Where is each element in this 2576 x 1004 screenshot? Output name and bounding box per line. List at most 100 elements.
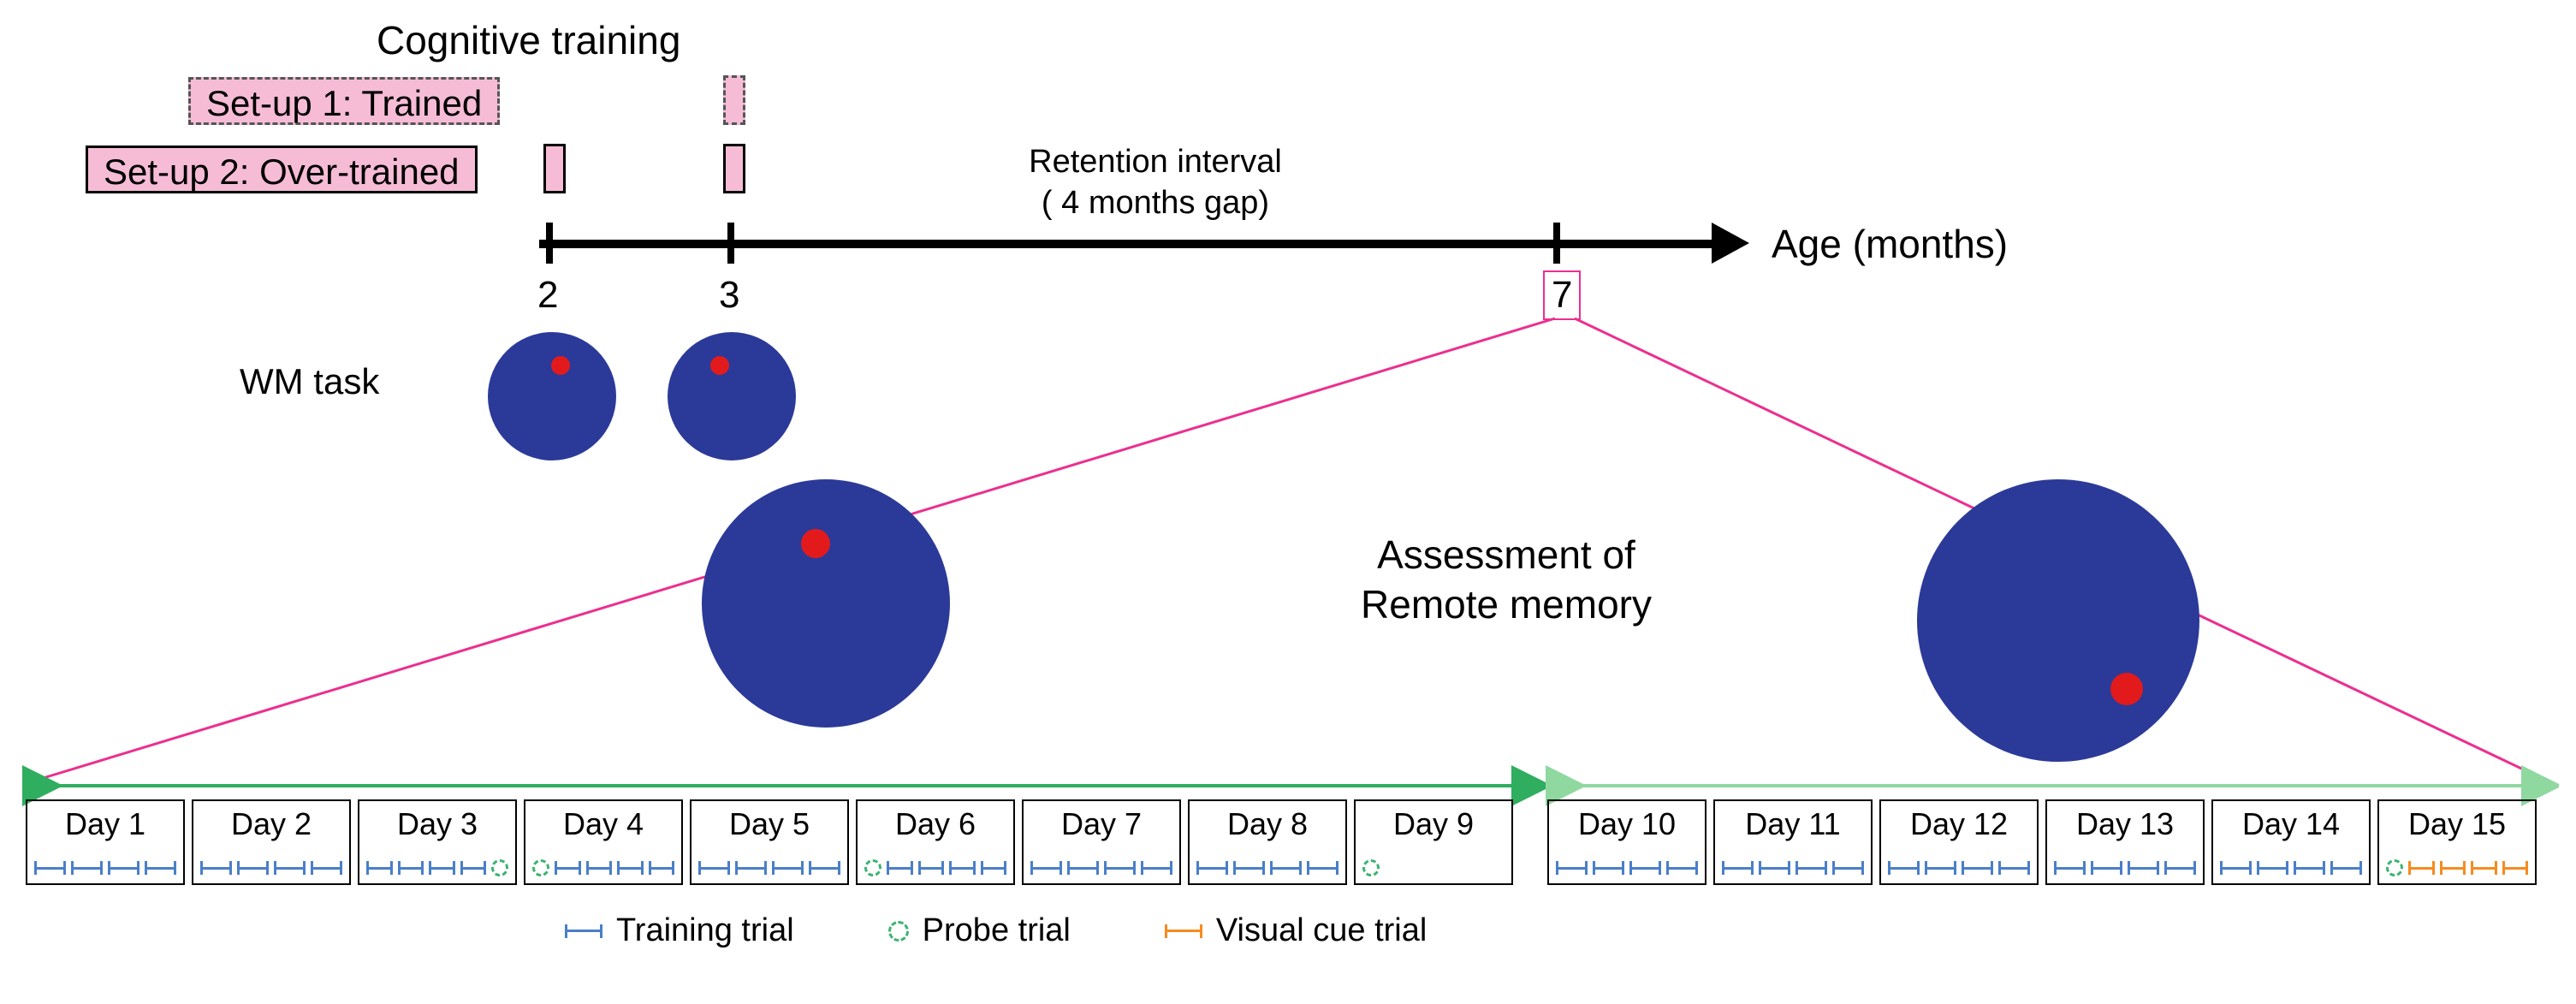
day-cell: Day 7 [1022,799,1181,885]
trial-row [1030,859,1172,876]
training-trial-icon [1666,859,1698,876]
training-trial-icon [555,859,581,876]
probe-trial-icon [2386,859,2403,876]
training-trial-icon [398,859,424,876]
day-cell: Day 9 [1354,799,1513,885]
visual-cue-trial-icon [2502,859,2529,876]
training-trial-icon [1196,859,1228,876]
day-label: Day 2 [193,806,349,842]
training-trial-icon [1888,859,1920,876]
day-label: Day 10 [1549,806,1705,842]
day-cell: Day 14 [2211,799,2371,885]
age-axis [539,240,1720,248]
training-trial-icon [1030,859,1062,876]
day-cell: Day 5 [690,799,849,885]
training-trial-icon [2257,859,2288,876]
training-trial-icon [565,923,602,940]
training-trial-icon [460,859,487,876]
training-trial-icon [1925,859,1956,876]
training-trial-icon [237,859,269,876]
trial-row [1556,859,1698,876]
day-label: Day 6 [858,806,1013,842]
training-trial-icon [949,859,976,876]
visual-cue-trial-icon [2408,859,2435,876]
training-trial-icon [2220,859,2252,876]
day-cell: Day 4 [524,799,683,885]
training-trial-icon [1759,859,1790,876]
probe-trial-icon [491,859,508,876]
day-cell: Day 1 [26,799,185,885]
assessment-label: Assessment of Remote memory [1318,531,1695,629]
training-trial-icon [649,859,675,876]
training-trial-icon [429,859,455,876]
day-cell: Day 12 [1879,799,2039,885]
day-cell: Day 11 [1713,799,1873,885]
legend-probe: Probe trial [888,912,1071,949]
training-trial-icon [2128,859,2159,876]
day-label: Day 3 [359,806,515,842]
day-label: Day 4 [525,806,681,842]
visual-cue-trial-icon [2440,859,2466,876]
training-trial-icon [366,859,393,876]
platform-dot-icon [801,529,830,558]
visual-cue-trial-icon [1165,923,1202,940]
age-axis-arrowhead-icon [1712,223,1749,264]
training-trial-icon [2054,859,2086,876]
legend-probe-label: Probe trial [923,912,1071,949]
visual-cue-trial-icon [2471,859,2497,876]
axis-ticklabel-7: 7 [1543,270,1581,320]
legend-visual-label: Visual cue trial [1216,912,1427,949]
probe-trial-icon [888,921,909,942]
training-trial-icon [1795,859,1827,876]
trial-row [1362,859,1505,876]
trial-row [698,859,840,876]
training-trial-icon [1998,859,2030,876]
training-trial-icon [145,859,176,876]
age-axis-label: Age (months) [1772,221,2008,267]
day-label: Day 5 [691,806,847,842]
platform-dot-icon [2110,673,2143,705]
diagram-root: Cognitive training Set-up 1: Trained Set… [17,17,2559,987]
training-trial-icon [2164,859,2196,876]
legend-visual: Visual cue trial [1165,912,1427,949]
platform-dot-icon [551,356,570,375]
day-label: Day 13 [2047,806,2203,842]
training-trial-icon [586,859,613,876]
probe-trial-icon [532,859,549,876]
trial-row [1722,859,1864,876]
training-trial-icon [1233,859,1265,876]
training-trial-icon [1270,859,1302,876]
day-label: Day 9 [1356,806,1511,842]
day-label: Day 11 [1715,806,1871,842]
axis-ticklabel-2: 2 [537,274,558,317]
retention-interval-label: Retention interval ( 4 months gap) [976,142,1335,223]
trial-row [366,859,508,876]
day-label: Day 7 [1024,806,1179,842]
legend: Training trial Probe trial Visual cue tr… [565,912,1427,949]
day-cell: Day 8 [1188,799,1347,885]
trial-row [2386,859,2528,876]
day-cell: Day 13 [2045,799,2205,885]
day-cell: Day 3 [358,799,517,885]
trial-row [34,859,176,876]
day-label: Day 8 [1190,806,1345,842]
trial-row [1888,859,2030,876]
platform-dot-icon [710,356,729,375]
training-trial-icon [1593,859,1624,876]
day-cell: Day 2 [192,799,351,885]
training-trial-icon [887,859,913,876]
setup2-training-marker-a [543,144,566,193]
day-cell: Day 15 [2377,799,2537,885]
training-trial-icon [772,859,804,876]
legend-training-label: Training trial [616,912,794,949]
wm-pool-icon-1 [488,332,616,460]
cognitive-training-title: Cognitive training [377,17,680,63]
day-row: Day 1Day 2 Day 3 Day 4 Day 5 Day 6 Day 7 Day 8… [26,799,2537,885]
setup2-label: Set-up 2: Over-trained [86,146,478,193]
training-trial-icon [2294,859,2325,876]
day-label: Day 12 [1881,806,2037,842]
training-trial-icon [1104,859,1136,876]
training-trial-icon [809,859,840,876]
training-trial-icon [1722,859,1754,876]
legend-training: Training trial [565,912,794,949]
